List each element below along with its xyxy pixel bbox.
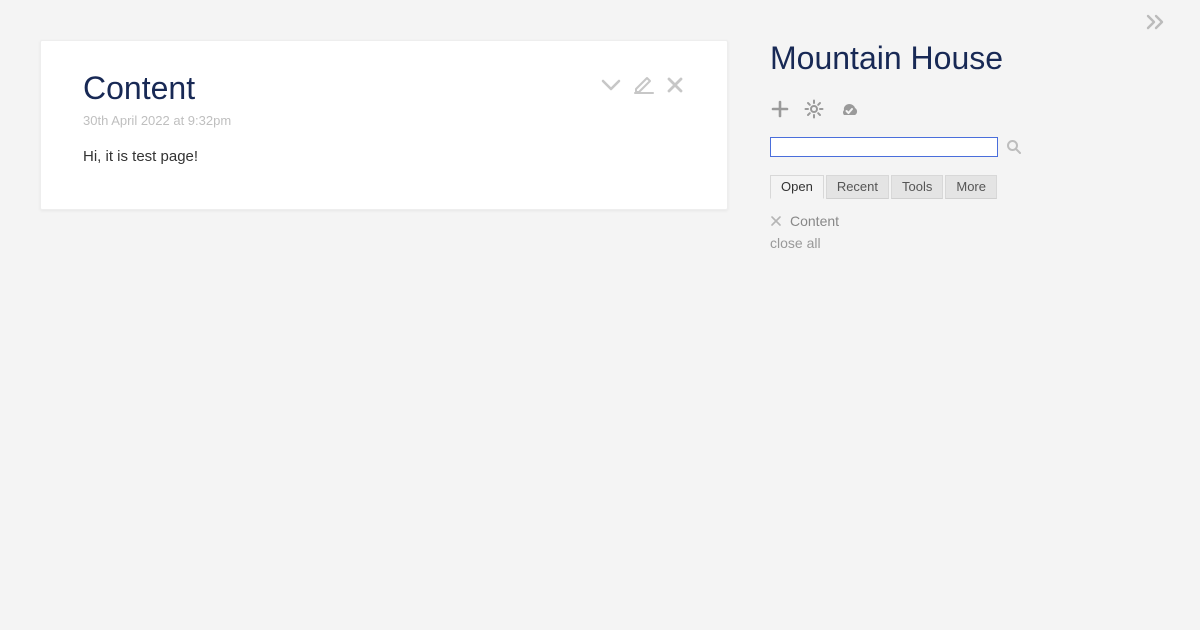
story-river: Content 30th April 2022 at 9:32pm Hi, it… <box>0 0 730 630</box>
site-title: Mountain House <box>770 40 1164 77</box>
new-tiddler-icon[interactable] <box>770 99 790 119</box>
tab-tools[interactable]: Tools <box>891 175 943 199</box>
search-input[interactable] <box>770 137 998 157</box>
close-all-button[interactable]: close all <box>770 235 1164 251</box>
sidebar: Mountain House <box>730 0 1200 630</box>
open-item: Content <box>770 213 1164 229</box>
tab-recent[interactable]: Recent <box>826 175 889 199</box>
open-list: Content close all <box>770 213 1164 251</box>
tiddler-body: Hi, it is test page! <box>83 146 685 169</box>
more-actions-icon[interactable] <box>599 75 623 95</box>
open-item-close-icon[interactable] <box>770 215 782 227</box>
open-item-label[interactable]: Content <box>790 213 839 229</box>
tiddler-date: 30th April 2022 at 9:32pm <box>83 113 685 128</box>
tab-more[interactable]: More <box>945 175 997 199</box>
close-icon[interactable] <box>665 75 685 95</box>
sidebar-collapse-chevron[interactable] <box>1146 14 1164 30</box>
advanced-search-icon[interactable] <box>1006 139 1022 155</box>
page-controls <box>770 99 1164 119</box>
tiddler-title: Content <box>83 69 685 107</box>
save-icon[interactable] <box>838 100 860 118</box>
control-panel-icon[interactable] <box>804 99 824 119</box>
tiddler-controls <box>599 75 685 95</box>
sidebar-tabs: Open Recent Tools More <box>770 175 1164 199</box>
search-row <box>770 137 1164 157</box>
tab-open[interactable]: Open <box>770 175 824 199</box>
tiddler-card: Content 30th April 2022 at 9:32pm Hi, it… <box>40 40 728 210</box>
edit-icon[interactable] <box>633 75 655 95</box>
